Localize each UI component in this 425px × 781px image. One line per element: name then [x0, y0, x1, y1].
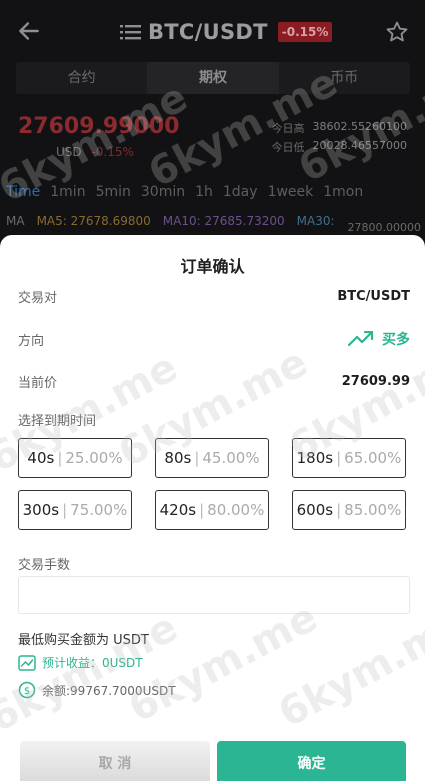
direction-value: 买多	[382, 332, 410, 348]
coin-icon: $	[18, 681, 36, 699]
trend-up-icon	[348, 331, 374, 347]
option-rate: 75.00%	[70, 501, 128, 519]
timeframe-5min[interactable]: 5min	[96, 184, 131, 200]
tab-spot[interactable]: 币币	[279, 62, 410, 94]
option-time: 40s	[27, 449, 55, 467]
price-sub-change: -0.15%	[91, 145, 134, 159]
order-confirm-sheet: 订单确认 交易对 BTC/USDT 方向 买多 当前价 27609.99 选择到…	[0, 235, 425, 781]
option-rate: 45.00%	[202, 449, 260, 467]
direction-value-group: 买多	[348, 329, 410, 349]
pair-label: 交易对	[18, 291, 58, 306]
cancel-button[interactable]: 取 消	[20, 741, 210, 781]
option-time: 420s	[159, 501, 197, 519]
stat-low-label: 今日低	[271, 141, 305, 154]
list-icon	[120, 25, 141, 40]
expiry-option-180s[interactable]: 180s | 65.00%	[292, 438, 406, 478]
pair-title: BTC/USDT	[148, 20, 268, 44]
option-separator: |	[336, 501, 342, 519]
option-separator: |	[57, 449, 63, 467]
change-badge: -0.15%	[277, 22, 333, 42]
price-sub-currency: USD	[56, 145, 82, 159]
balance-text: 余额:99767.7000USDT	[42, 683, 176, 698]
direction-label: 方向	[18, 333, 45, 349]
expected-profit: 预计收益：0USDT	[18, 654, 143, 671]
min-buy-text: 最低购买金额为 USDT	[18, 633, 149, 648]
market-tabs: 合约 期权 币币	[16, 62, 410, 94]
current-price-value: 27609.99	[341, 374, 410, 389]
pair-title-group[interactable]: BTC/USDT -0.15%	[120, 18, 333, 46]
ma-bar: MA MA5: 27678.69800 MA10: 27685.73200 MA…	[6, 210, 335, 232]
expiry-label: 选择到期时间	[18, 414, 97, 429]
expiry-option-40s[interactable]: 40s | 25.00%	[18, 438, 132, 478]
count-label: 交易手数	[18, 558, 71, 573]
stat-high: 今日高 38602.55260100	[272, 120, 407, 136]
sheet-title: 订单确认	[180, 257, 245, 276]
timeframe-1mon[interactable]: 1mon	[323, 184, 363, 200]
stat-high-value: 38602.55260100	[312, 120, 407, 133]
expiry-option-420s[interactable]: 420s | 80.00%	[155, 490, 269, 530]
timeframe-30min[interactable]: 30min	[141, 184, 185, 200]
stat-low: 今日低 20028.46557000	[272, 139, 407, 155]
tab-contract[interactable]: 合约	[16, 62, 147, 94]
option-separator: |	[336, 449, 342, 467]
direction-row: 方向 买多	[18, 329, 410, 349]
timeframe-1week[interactable]: 1week	[268, 184, 314, 200]
star-icon[interactable]	[385, 20, 409, 44]
option-separator: |	[194, 449, 200, 467]
pair-value: BTC/USDT	[337, 289, 410, 304]
option-separator: |	[199, 501, 205, 519]
timeframe-time[interactable]: Time	[6, 184, 40, 200]
ma5-value: MA5: 27678.69800	[36, 214, 151, 228]
option-rate: 85.00%	[344, 501, 402, 519]
expected-profit-text: 预计收益：0USDT	[42, 656, 143, 670]
timeframe-1min[interactable]: 1min	[50, 184, 85, 200]
confirm-button[interactable]: 确定	[217, 741, 406, 781]
option-time: 180s	[296, 449, 334, 467]
expiry-option-300s[interactable]: 300s | 75.00%	[18, 490, 132, 530]
price-sub: USD -0.15%	[56, 145, 134, 159]
ma10-value: MA10: 27685.73200	[162, 214, 285, 228]
pair-row: 交易对 BTC/USDT	[18, 287, 410, 306]
option-time: 600s	[296, 501, 334, 519]
ma-label: MA	[6, 214, 25, 228]
option-rate: 80.00%	[207, 501, 265, 519]
current-price-label: 当前价	[18, 376, 58, 391]
expiry-option-80s[interactable]: 80s | 45.00%	[155, 438, 269, 478]
tab-options[interactable]: 期权	[147, 62, 279, 94]
option-time: 300s	[22, 501, 60, 519]
option-rate: 65.00%	[344, 449, 402, 467]
ma30-value: MA30:	[296, 214, 335, 228]
back-arrow-icon[interactable]	[16, 18, 42, 44]
count-input[interactable]	[18, 576, 410, 614]
option-time: 80s	[164, 449, 192, 467]
option-separator: |	[62, 501, 68, 519]
option-rate: 25.00%	[65, 449, 123, 467]
stat-low-value: 20028.46557000	[312, 139, 407, 152]
balance: $ 余额:99767.7000USDT	[18, 681, 176, 699]
stat-high-label: 今日高	[271, 122, 305, 135]
timeframe-bar: Time 1min 5min 30min 1h 1day 1week 1mon	[6, 184, 363, 200]
timeframe-1h[interactable]: 1h	[195, 184, 213, 200]
current-price-row: 当前价 27609.99	[18, 372, 410, 391]
current-price: 27609.99000	[18, 114, 180, 139]
expiry-option-600s[interactable]: 600s | 85.00%	[292, 490, 406, 530]
top-bar: BTC/USDT -0.15%	[0, 0, 425, 64]
svg-text:$: $	[24, 686, 30, 697]
chart-icon	[18, 654, 36, 671]
price-axis-value: 27800.00000	[347, 221, 421, 234]
timeframe-1day[interactable]: 1day	[223, 184, 258, 200]
